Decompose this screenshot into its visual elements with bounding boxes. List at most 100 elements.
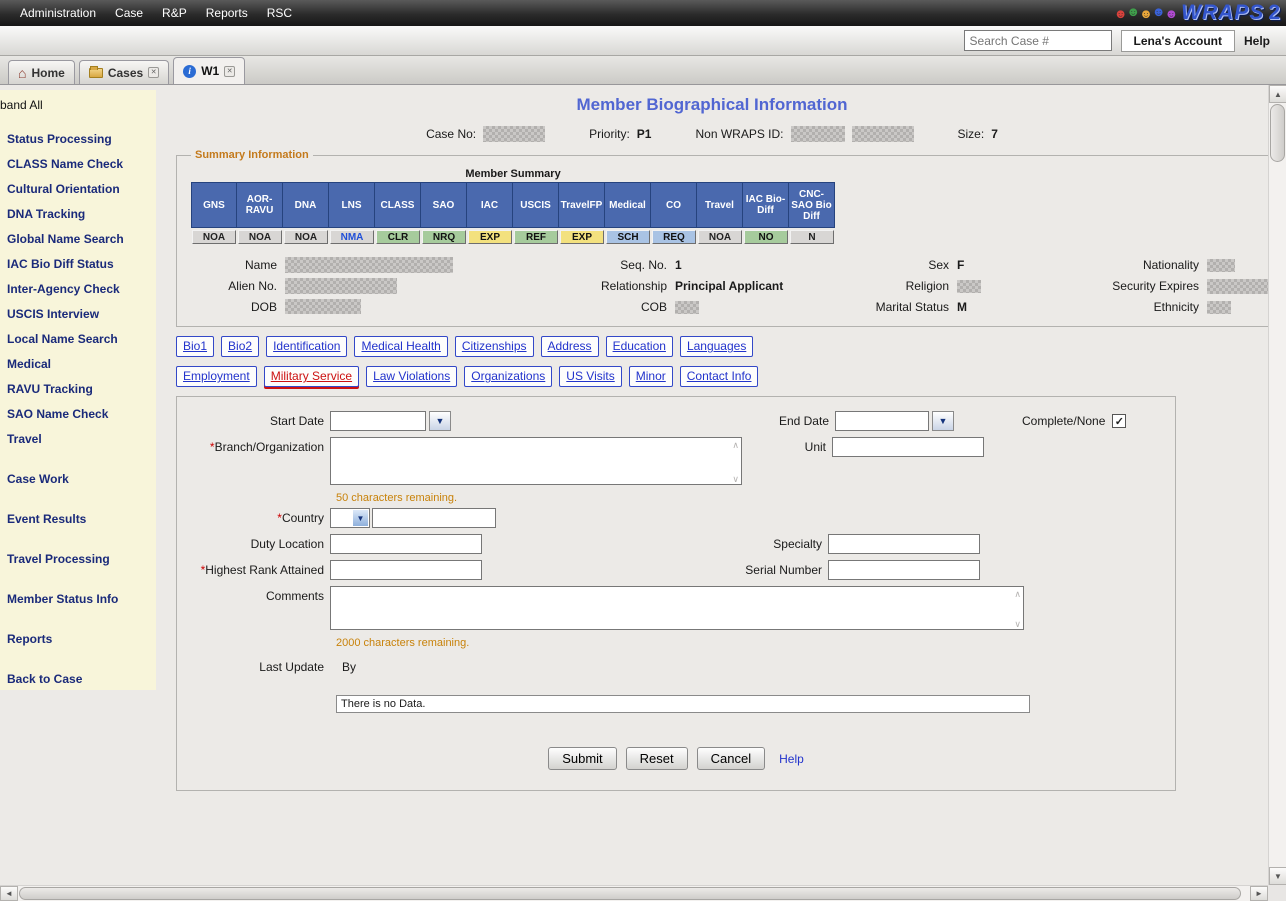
start-date-label: Start Date [177, 411, 330, 428]
help-link-top[interactable]: Help [1244, 34, 1276, 48]
tab-w1[interactable]: i W1 ✕ [173, 57, 245, 84]
tab-contact-info[interactable]: Contact Info [680, 366, 759, 387]
complete-none-checkbox[interactable]: ✓ [1112, 414, 1126, 428]
tab-address[interactable]: Address [541, 336, 599, 357]
sidebar-item-travel-processing[interactable]: Travel Processing [0, 547, 156, 572]
summary-col-header: IAC [467, 182, 513, 228]
tab-us-visits[interactable]: US Visits [559, 366, 621, 387]
menu-case[interactable]: Case [115, 6, 143, 20]
country-select[interactable]: ▼ [330, 508, 370, 528]
specialty-input[interactable] [828, 534, 980, 554]
redacted-name [285, 257, 453, 273]
highest-rank-input[interactable] [330, 560, 482, 580]
tab-languages[interactable]: Languages [680, 336, 753, 357]
redacted-ethnicity [1207, 301, 1231, 314]
folder-icon [89, 68, 103, 78]
form-help-link[interactable]: Help [779, 752, 804, 766]
close-icon[interactable]: ✕ [148, 67, 159, 78]
menubar: Administration Case R&P Reports RSC ☻ ☻ … [0, 0, 1286, 26]
expand-all-link[interactable]: band All [0, 95, 156, 115]
relationship-value: Principal Applicant [675, 279, 845, 293]
scroll-up-button[interactable]: ▲ [1269, 85, 1286, 103]
sidebar-item-global-name-search[interactable]: Global Name Search [0, 227, 156, 252]
sidebar-item-sao-name-check[interactable]: SAO Name Check [0, 402, 156, 427]
start-date-calendar-button[interactable]: ▼ [429, 411, 451, 431]
sidebar-item-case-work[interactable]: Case Work [0, 467, 156, 492]
status-badge: EXP [468, 230, 512, 244]
scrollbar-corner [1268, 885, 1286, 901]
sidebar-item-member-status-info[interactable]: Member Status Info [0, 587, 156, 612]
sidebar-item-local-name-search[interactable]: Local Name Search [0, 327, 156, 352]
security-expires-label: Security Expires [1077, 279, 1199, 293]
tab-law-violations[interactable]: Law Violations [366, 366, 457, 387]
sidebar-item-travel[interactable]: Travel [0, 427, 156, 452]
sidebar-item-event-results[interactable]: Event Results [0, 507, 156, 532]
sidebar-item-reports[interactable]: Reports [0, 627, 156, 652]
sidebar-item-iac-bio-diff-status[interactable]: IAC Bio Diff Status [0, 252, 156, 277]
size-value: 7 [991, 127, 998, 141]
menu-rsc[interactable]: RSC [267, 6, 292, 20]
tab-medical-health[interactable]: Medical Health [354, 336, 447, 357]
priority-value: P1 [637, 127, 652, 141]
scroll-down-button[interactable]: ▼ [1269, 867, 1286, 885]
branch-organization-textarea[interactable] [330, 437, 742, 485]
tab-bio2[interactable]: Bio2 [221, 336, 259, 357]
tab-military-service[interactable]: Military Service [264, 366, 359, 387]
sidebar-item-class-name-check[interactable]: CLASS Name Check [0, 152, 156, 177]
serial-number-input[interactable] [828, 560, 980, 580]
sidebar-item-ravu-tracking[interactable]: RAVU Tracking [0, 377, 156, 402]
redacted-case-no [483, 126, 545, 142]
tab-cases[interactable]: Cases ✕ [79, 60, 169, 84]
summary-information-section: Summary Information Member Summary GNSNO… [176, 149, 1286, 327]
summary-col-medical: MedicalSCH [605, 182, 651, 244]
status-badge: REF [514, 230, 558, 244]
vertical-scroll-thumb[interactable] [1270, 104, 1285, 162]
horizontal-scrollbar[interactable]: ◄ ► [0, 885, 1268, 901]
search-case-input[interactable] [964, 30, 1112, 51]
scroll-right-button[interactable]: ► [1250, 886, 1268, 901]
tab-minor[interactable]: Minor [629, 366, 673, 387]
tab-home[interactable]: ⌂ Home [8, 60, 75, 84]
horizontal-scroll-thumb[interactable] [19, 887, 1241, 900]
sidebar-item-status-processing[interactable]: Status Processing [0, 127, 156, 152]
tab-education[interactable]: Education [606, 336, 673, 357]
tab-citizenships[interactable]: Citizenships [455, 336, 534, 357]
cancel-button[interactable]: Cancel [697, 747, 765, 770]
summary-col-aor-ravu: AOR-RAVUNOA [237, 182, 283, 244]
comments-label: Comments [177, 586, 330, 603]
sidebar-item-dna-tracking[interactable]: DNA Tracking [0, 202, 156, 227]
country-input[interactable] [372, 508, 496, 528]
menu-reports[interactable]: Reports [206, 6, 248, 20]
redacted-religion [957, 280, 981, 293]
sidebar-item-back-to-case[interactable]: Back to Case [0, 667, 156, 690]
duty-location-input[interactable] [330, 534, 482, 554]
vertical-scrollbar[interactable]: ▲ ▼ [1268, 85, 1286, 885]
select-dropdown-icon: ▼ [353, 510, 368, 526]
country-label: *Country [177, 508, 330, 525]
tab-organizations[interactable]: Organizations [464, 366, 552, 387]
submit-button[interactable]: Submit [548, 747, 616, 770]
end-date-input[interactable] [835, 411, 929, 431]
branch-organization-label: *Branch/Organization [177, 437, 330, 454]
close-icon[interactable]: ✕ [224, 66, 235, 77]
duty-location-label: Duty Location [177, 534, 330, 551]
redacted-alien-no [285, 278, 397, 294]
home-icon: ⌂ [18, 67, 26, 79]
sidebar-item-uscis-interview[interactable]: USCIS Interview [0, 302, 156, 327]
comments-textarea[interactable] [330, 586, 1024, 630]
scroll-left-button[interactable]: ◄ [0, 886, 18, 901]
end-date-calendar-button[interactable]: ▼ [932, 411, 954, 431]
tab-bio1[interactable]: Bio1 [176, 336, 214, 357]
sidebar-item-medical[interactable]: Medical [0, 352, 156, 377]
sidebar-item-inter-agency-check[interactable]: Inter-Agency Check [0, 277, 156, 302]
tab-identification[interactable]: Identification [266, 336, 347, 357]
unit-input[interactable] [832, 437, 984, 457]
menu-administration[interactable]: Administration [20, 6, 96, 20]
sidebar-item-cultural-orientation[interactable]: Cultural Orientation [0, 177, 156, 202]
reset-button[interactable]: Reset [626, 747, 688, 770]
menu-rp[interactable]: R&P [162, 6, 187, 20]
tab-employment[interactable]: Employment [176, 366, 257, 387]
summary-col-lns: LNSNMA [329, 182, 375, 244]
start-date-input[interactable] [330, 411, 426, 431]
account-button[interactable]: Lena's Account [1121, 30, 1235, 52]
